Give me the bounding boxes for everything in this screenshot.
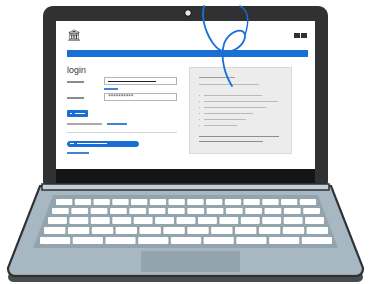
cable — [202, 5, 246, 87]
cable-illustration — [202, 5, 249, 87]
